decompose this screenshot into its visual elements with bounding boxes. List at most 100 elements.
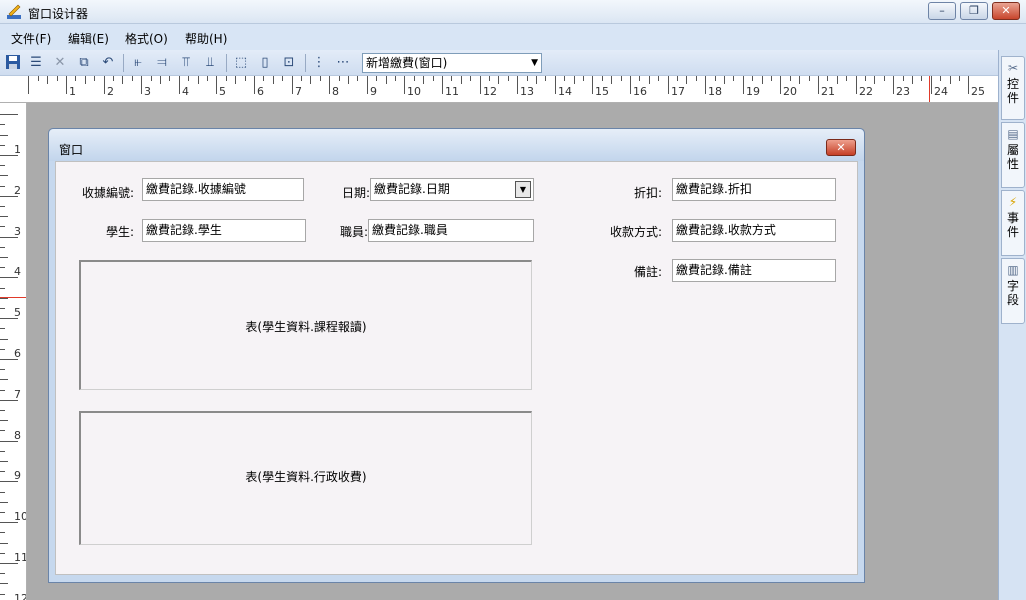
window-select-dropdown[interactable]: 新增繳費(窗口) ▼ xyxy=(362,53,542,73)
ruler-tick xyxy=(0,471,5,472)
ruler-tick xyxy=(0,349,5,350)
receipt-no-field[interactable]: 繳費記錄.收據編號 xyxy=(142,178,304,201)
tab-properties[interactable]: ▤ 屬性 xyxy=(1001,122,1025,188)
ruler-tick xyxy=(0,257,8,258)
ruler-tick xyxy=(151,76,152,81)
ruler-number: 17 xyxy=(671,85,685,98)
ruler-tick xyxy=(0,226,5,227)
ruler-tick xyxy=(630,76,631,94)
ruler-tick xyxy=(724,76,725,84)
close-button[interactable]: ✕ xyxy=(992,2,1020,20)
ruler-tick xyxy=(752,76,753,81)
remark-field[interactable]: 繳費記錄.備註 xyxy=(672,259,836,282)
menu-help[interactable]: 帮助(H) xyxy=(185,30,227,47)
ruler-tick xyxy=(94,76,95,81)
payment-method-field[interactable]: 繳費記錄.收款方式 xyxy=(672,219,836,242)
ruler-tick xyxy=(0,145,5,146)
minimize-button[interactable]: – xyxy=(928,2,956,20)
delete-icon[interactable]: ✕ xyxy=(51,54,69,72)
ruler-tick xyxy=(0,328,5,329)
ruler-tick xyxy=(179,76,180,94)
same-height-icon[interactable]: ▯ xyxy=(256,54,274,72)
ruler-tick xyxy=(0,124,5,125)
tab-controls[interactable]: ✂ 控件 xyxy=(1001,56,1025,120)
menu-format[interactable]: 格式(O) xyxy=(125,30,168,47)
tab-events[interactable]: ⚡ 事件 xyxy=(1001,190,1025,256)
align-left-icon[interactable]: ⫦ xyxy=(129,54,147,72)
ruler-tick xyxy=(846,76,847,81)
ruler-tick xyxy=(320,76,321,81)
ruler-tick xyxy=(818,76,819,94)
ruler-number: 20 xyxy=(783,85,797,98)
ruler-tick xyxy=(837,76,838,84)
date-label: 日期: xyxy=(341,186,370,200)
staff-label: 職員: xyxy=(339,225,368,239)
ruler-number: 25 xyxy=(971,85,985,98)
chevron-down-icon[interactable]: ▼ xyxy=(515,181,531,198)
ruler-tick xyxy=(733,76,734,81)
ruler-number: 9 xyxy=(370,85,377,98)
ruler-tick xyxy=(0,298,8,299)
admin-fee-grid[interactable]: 表(學生資料.行政收費) xyxy=(79,411,532,545)
ruler-number: 10 xyxy=(407,85,421,98)
designed-window-close-button[interactable]: ✕ xyxy=(826,139,856,156)
fields-icon: ▥ xyxy=(1007,263,1019,277)
ruler-tick xyxy=(254,76,255,94)
ruler-tick xyxy=(470,76,471,81)
save-icon[interactable] xyxy=(4,54,22,72)
ruler-number: 15 xyxy=(595,85,609,98)
tab-events-label: 事件 xyxy=(1006,211,1019,239)
same-size-icon[interactable]: ⊡ xyxy=(280,54,298,72)
ruler-tick xyxy=(0,339,8,340)
menu-edit[interactable]: 编辑(E) xyxy=(68,30,109,47)
toolbar-separator xyxy=(226,54,227,72)
properties-icon: ▤ xyxy=(1007,127,1019,141)
ruler-tick xyxy=(226,76,227,81)
ruler-number: 14 xyxy=(558,85,572,98)
ruler-tick xyxy=(555,76,556,94)
ruler-tick xyxy=(762,76,763,84)
ruler-tick xyxy=(790,76,791,81)
ruler-tick xyxy=(743,76,744,94)
ruler-tick xyxy=(216,76,217,94)
ruler-number: 9 xyxy=(14,469,21,482)
align-top-icon[interactable]: ⫪ xyxy=(177,54,195,72)
staff-field[interactable]: 繳費記錄.職員 xyxy=(368,219,534,242)
ruler-tick xyxy=(301,76,302,81)
ruler-tick xyxy=(0,369,5,370)
tab-fields[interactable]: ▥ 字段 xyxy=(1001,258,1025,324)
date-dropdown[interactable]: 繳費記錄.日期 ▼ xyxy=(370,178,534,201)
tab-properties-label: 屬性 xyxy=(1006,143,1019,171)
undo-icon[interactable]: ↶ xyxy=(99,54,117,72)
ruler-number: 5 xyxy=(219,85,226,98)
copy-icon[interactable]: ⧉ xyxy=(75,54,93,72)
designed-window-titlebar[interactable]: 窗口 ✕ xyxy=(49,129,864,161)
ruler-tick xyxy=(207,76,208,81)
vertical-ruler: 1 2 3 4 5 6 7 8 9 10 11 12 xyxy=(0,103,27,600)
same-width-icon[interactable]: ⬚ xyxy=(232,54,250,72)
ruler-tick xyxy=(339,76,340,81)
course-enrollment-grid[interactable]: 表(學生資料.課程報讀) xyxy=(79,260,532,390)
student-field[interactable]: 繳費記錄.學生 xyxy=(142,219,306,242)
align-right-icon[interactable]: ⫤ xyxy=(153,54,171,72)
designed-window[interactable]: 窗口 ✕ 收據編號: 繳費記錄.收據編號 日期: 繳費記錄.日期 ▼ 折扣: 繳… xyxy=(48,128,865,583)
ruler-tick xyxy=(66,76,67,94)
menu-file[interactable]: 文件(F) xyxy=(11,30,51,47)
discount-field[interactable]: 繳費記錄.折扣 xyxy=(672,178,836,201)
align-bottom-icon[interactable]: ⫫ xyxy=(201,54,219,72)
ruler-number: 4 xyxy=(14,265,21,278)
space-vertical-icon[interactable]: ⋮ xyxy=(310,54,328,72)
restore-button[interactable]: ❐ xyxy=(960,2,988,20)
space-horizontal-icon[interactable]: ⋯ xyxy=(334,54,352,72)
ruler-tick xyxy=(273,76,274,84)
ruler-tick xyxy=(28,76,29,94)
ruler-number: 11 xyxy=(445,85,459,98)
ruler-tick xyxy=(545,76,546,81)
properties-list-icon[interactable]: ☰ xyxy=(27,54,45,72)
ruler-tick xyxy=(874,76,875,84)
ruler-tick xyxy=(433,76,434,81)
ruler-number: 8 xyxy=(332,85,339,98)
ruler-tick xyxy=(0,216,8,217)
ruler-tick xyxy=(122,76,123,84)
ruler-number: 4 xyxy=(182,85,189,98)
